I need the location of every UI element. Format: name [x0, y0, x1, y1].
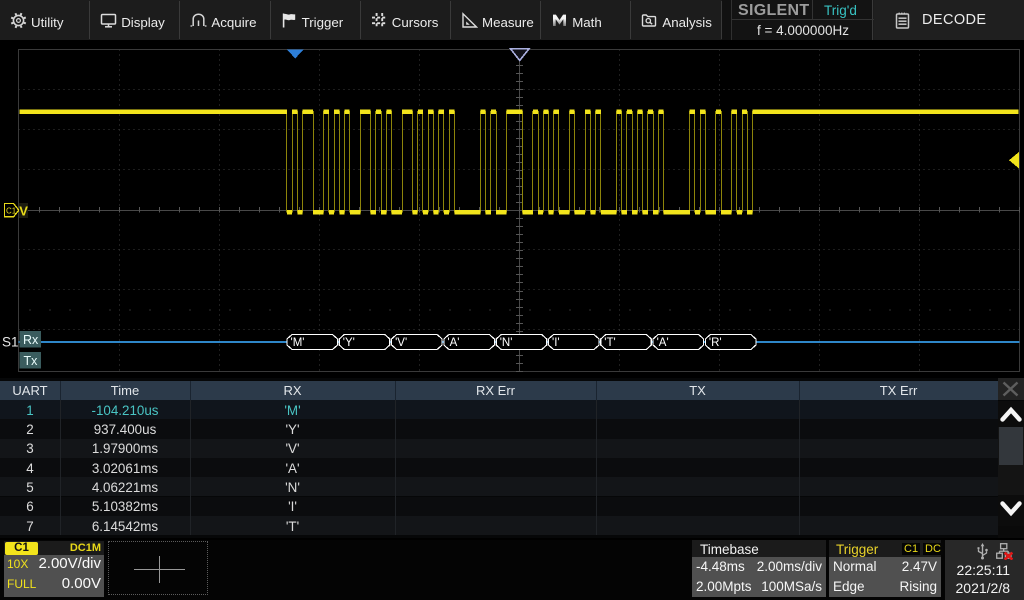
svg-text:'A': 'A' [447, 337, 459, 349]
svg-text:'I': 'I' [552, 337, 560, 349]
svg-text:S1: S1 [2, 335, 19, 350]
svg-text:'V': 'V' [395, 337, 407, 349]
svg-text:'R': 'R' [709, 337, 722, 349]
svg-text:'M': 'M' [291, 337, 305, 349]
svg-text:Tx: Tx [24, 354, 39, 368]
svg-text:'T': 'T' [604, 337, 615, 349]
svg-text:Rx: Rx [23, 333, 39, 347]
svg-text:'Y': 'Y' [343, 337, 355, 349]
svg-text:C1: C1 [6, 207, 17, 216]
svg-text:'A': 'A' [657, 337, 669, 349]
svg-text:V: V [19, 204, 28, 219]
svg-text:'N': 'N' [500, 337, 513, 349]
